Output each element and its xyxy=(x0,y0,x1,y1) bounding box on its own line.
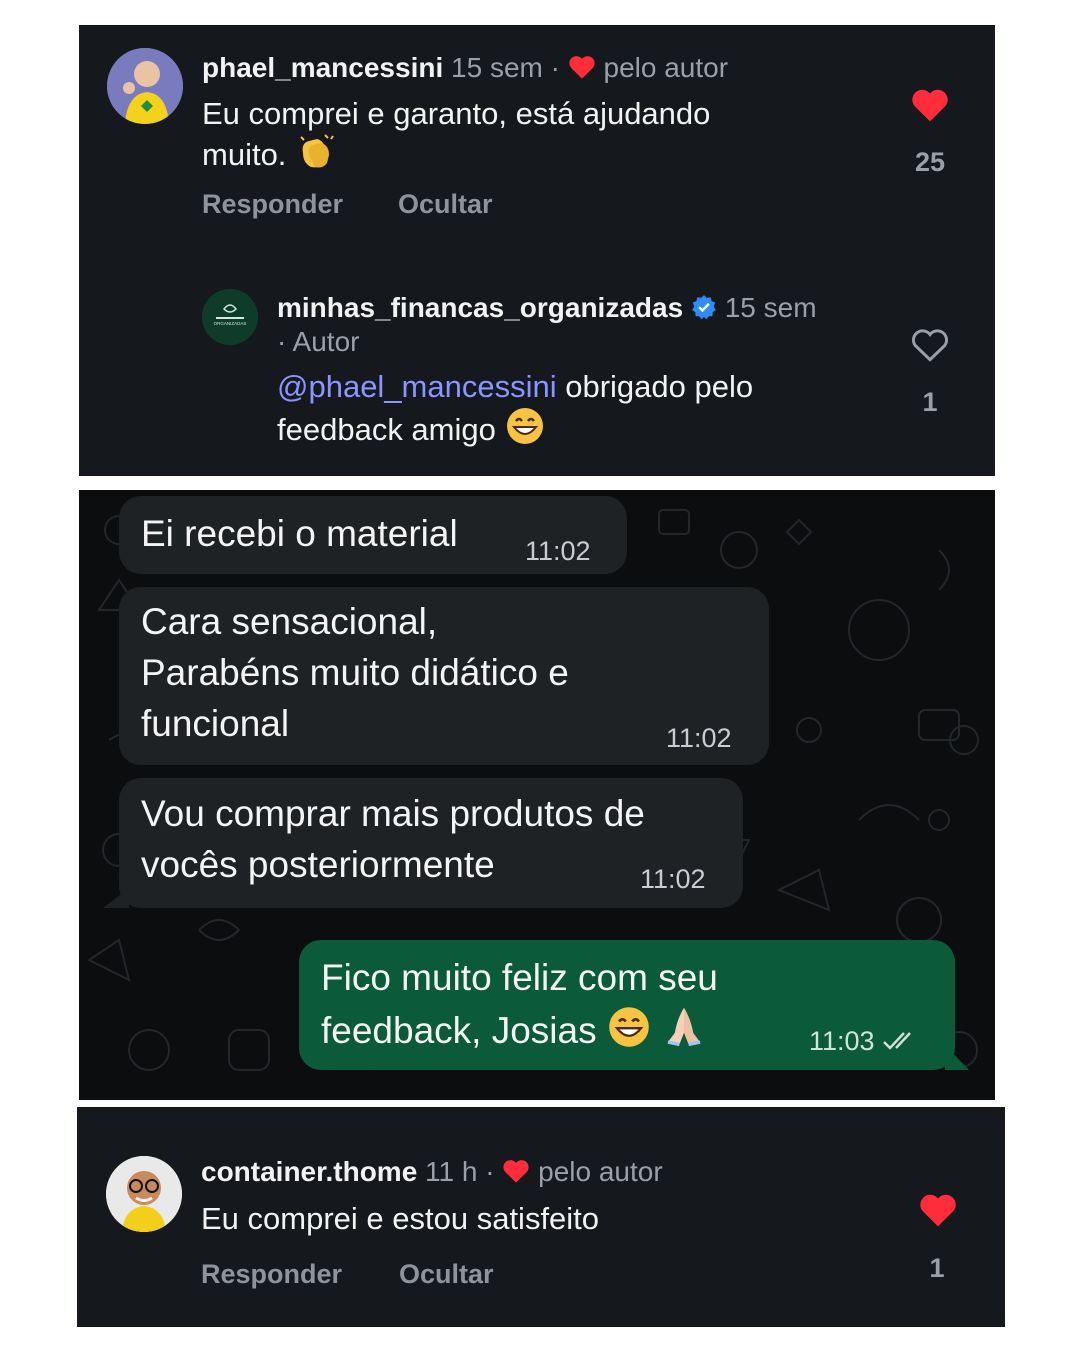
message-text-line2: feedback, Josias xyxy=(321,1003,707,1056)
reply-time: 15 sem xyxy=(724,292,817,323)
message-text: Ei recebi o material xyxy=(141,513,458,554)
reply-header: minhas_financas_organizadas 15 sem xyxy=(277,291,817,325)
avatar-logo-text: ORGANIZADAS xyxy=(214,321,247,326)
like-count: 1 xyxy=(929,1253,945,1283)
grin-emoji-icon xyxy=(609,1007,649,1047)
comment-time: 11 h xyxy=(425,1156,478,1187)
author-role: · Autor xyxy=(277,326,360,357)
message-bubble-incoming[interactable]: Cara sensacional, Parabéns muito didátic… xyxy=(119,587,769,765)
separator: · xyxy=(485,1156,495,1187)
comment-time: 15 sem xyxy=(451,52,543,83)
user-avatar[interactable] xyxy=(106,1156,182,1232)
hide-button[interactable]: Ocultar xyxy=(399,1259,494,1290)
message-text-line: Fico muito feliz com seu xyxy=(321,957,718,998)
author-username[interactable]: minhas_financas_organizadas xyxy=(277,292,683,323)
separator: · xyxy=(550,52,560,83)
comment-text: Eu comprei e estou satisfeito xyxy=(201,1201,600,1236)
username[interactable]: phael_mancessini xyxy=(202,52,443,83)
comment-header: phael_mancessini 15 sem · pelo autor xyxy=(202,51,728,85)
heart-icon xyxy=(503,1160,529,1183)
message-bubble-incoming[interactable]: Vou comprar mais produtos de vocês poste… xyxy=(119,778,743,908)
reply-text-line2: feedback amigo xyxy=(277,406,753,449)
bubble-tail xyxy=(103,888,129,908)
message-time: 11:03 xyxy=(809,1026,918,1057)
reply-like-count: 1 xyxy=(922,387,938,417)
message-text-line2-text: feedback, Josias xyxy=(321,1010,597,1051)
reply-text-rest: obrigado pelo xyxy=(556,369,754,404)
double-check-icon xyxy=(883,1032,911,1050)
mention-link[interactable]: @phael_mancessini xyxy=(277,369,557,404)
liked-by-author-label: pelo autor xyxy=(538,1156,663,1187)
comment-text-line2-text: muito. xyxy=(202,137,287,172)
hide-button[interactable]: Ocultar xyxy=(398,189,493,220)
message-text-line: Cara sensacional, xyxy=(141,601,438,642)
comment-panel-top: phael_mancessini 15 sem · pelo autor Eu … xyxy=(79,25,995,476)
message-text-line: Parabéns muito didático e xyxy=(141,652,569,693)
message-time: 11:02 xyxy=(640,864,706,894)
comment-text-line: Eu comprei e garanto, está ajudando xyxy=(202,96,711,131)
heart-icon[interactable] xyxy=(910,87,950,123)
message-bubble-incoming[interactable]: Ei recebi o material 11:02 xyxy=(119,496,627,574)
author-avatar[interactable]: ORGANIZADAS xyxy=(202,289,258,345)
message-time: 11:02 xyxy=(666,723,732,753)
reply-text-line1: @phael_mancessini obrigado pelo xyxy=(277,368,753,406)
heart-icon xyxy=(569,56,595,79)
user-avatar[interactable] xyxy=(107,48,183,124)
verified-badge-icon xyxy=(692,295,716,320)
username[interactable]: container.thome xyxy=(201,1156,417,1187)
like-count: 25 xyxy=(914,147,946,177)
message-text-line: vocês posteriormente xyxy=(141,844,495,885)
bubble-tail xyxy=(945,1045,969,1070)
pray-emoji-icon xyxy=(667,1007,701,1047)
reply-text-line2-text: feedback amigo xyxy=(277,412,496,447)
message-time-text: 11:03 xyxy=(809,1026,875,1056)
message-text-line: funcional xyxy=(141,703,290,744)
clap-emoji-icon xyxy=(300,134,334,168)
comment-text-line2: muito. xyxy=(202,133,710,174)
heart-icon[interactable] xyxy=(918,1192,958,1228)
comment-header: container.thome 11 h · pelo autor xyxy=(201,1155,663,1189)
message-time: 11:02 xyxy=(525,536,591,566)
reply-button[interactable]: Responder xyxy=(201,1259,342,1290)
heart-outline-icon[interactable] xyxy=(910,327,950,363)
grin-emoji-icon xyxy=(506,408,543,444)
comment-text: Eu comprei e garanto, está ajudando muit… xyxy=(202,95,710,174)
reply-text: @phael_mancessini obrigado pelo feedback… xyxy=(277,368,753,449)
chat-panel: Ei recebi o material 11:02 Cara sensacio… xyxy=(79,490,995,1100)
liked-by-author-label: pelo autor xyxy=(603,52,729,83)
message-bubble-outgoing[interactable]: Fico muito feliz com seu feedback, Josia… xyxy=(299,940,955,1070)
reply-button[interactable]: Responder xyxy=(202,189,343,220)
comment-panel-bottom: container.thome 11 h · pelo autor Eu com… xyxy=(77,1107,1005,1327)
message-text-line: Vou comprar mais produtos de xyxy=(141,793,645,834)
